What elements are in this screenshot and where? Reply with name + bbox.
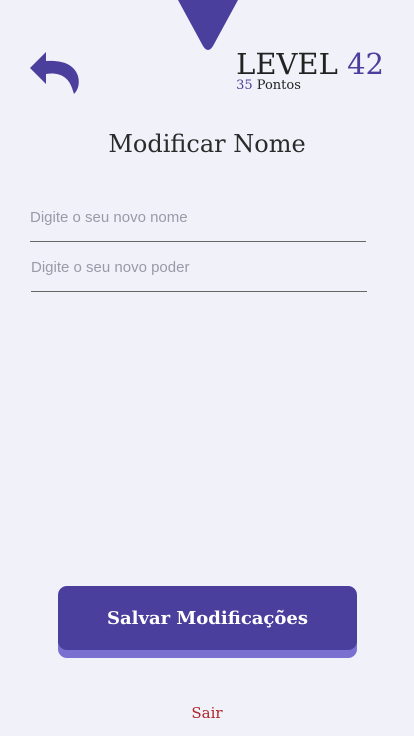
level-display: LEVEL 42 35 Pontos — [236, 48, 384, 93]
points-label: Pontos — [256, 78, 301, 93]
level-line: LEVEL 42 — [236, 48, 384, 80]
level-label: LEVEL — [236, 47, 338, 81]
new-name-input[interactable] — [30, 207, 366, 242]
new-power-input[interactable] — [31, 257, 367, 292]
points-value: 35 — [236, 78, 253, 93]
save-changes-button[interactable]: Salvar Modificações — [58, 586, 357, 650]
page-title: Modificar Nome — [108, 130, 306, 158]
level-value: 42 — [347, 47, 384, 81]
save-changes-label: Salvar Modificações — [107, 607, 308, 629]
location-pin-icon — [178, 0, 238, 50]
back-arrow-icon[interactable] — [28, 48, 80, 96]
logout-link[interactable]: Sair — [0, 704, 414, 722]
